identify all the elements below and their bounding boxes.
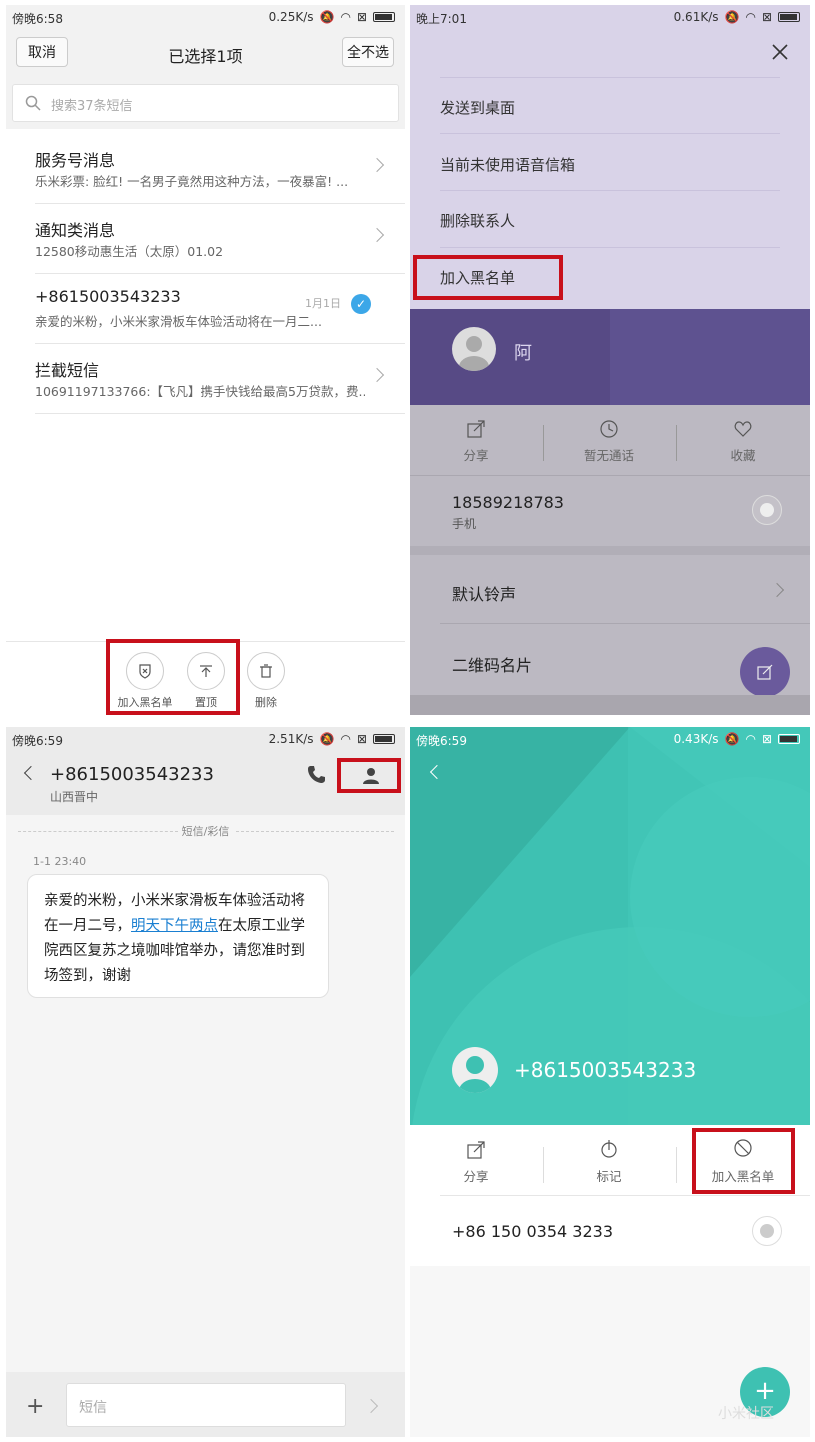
no-calls-label[interactable]: 暂无通话 [569, 445, 649, 464]
chevron-right-icon [769, 582, 785, 598]
check-icon[interactable]: ✓ [351, 294, 371, 314]
status-bar: 傍晚6:59 0.43K/s 🔕 ◠ ⊠ [410, 727, 810, 751]
mark-label[interactable]: 标记 [569, 1166, 649, 1185]
network-speed: 2.51K/s [268, 732, 314, 746]
phone-type: 手机 [452, 517, 477, 531]
contact-number: +8615003543233 [514, 1058, 697, 1082]
list-item[interactable]: 通知类消息 12580移动惠生活（太原）01.02 [35, 203, 375, 273]
conversation-number: +8615003543233 [50, 764, 214, 785]
item-subtitle: 亲爱的米粉，小米米家滑板车体验活动将在一月二... [35, 314, 322, 329]
phone-number[interactable]: +86 150 0354 3233 [452, 1222, 613, 1241]
network-speed: 0.25K/s [268, 10, 314, 24]
panel-message-selection: 傍晚6:58 0.25K/s 🔕 ◠ ⊠ 取消 已选择1项 全不选 搜索37条短信 服… [6, 5, 405, 715]
panel-contact-menu: 晚上7:01 0.61K/s 🔕 ◠ ⊠ 发送到桌面 当前未使用语音信箱 删除联系人 … [410, 5, 810, 715]
menu-item-voicemail[interactable]: 当前未使用语音信箱 [440, 154, 575, 175]
item-title: 通知类消息 [35, 221, 116, 240]
wifi-icon: ◠ [340, 10, 351, 24]
heart-icon [734, 421, 752, 437]
favorite-label[interactable]: 收藏 [703, 445, 783, 464]
delete-button[interactable] [247, 652, 285, 690]
mute-icon: 🔕 [319, 732, 335, 746]
highlight-box [106, 639, 240, 715]
wifi-icon: ◠ [340, 732, 351, 746]
item-title: +8615003543233 [35, 287, 181, 306]
message-icon[interactable] [752, 495, 782, 525]
network-speed: 0.61K/s [673, 10, 719, 24]
contact-name: 阿 [514, 343, 532, 364]
share-label[interactable]: 分享 [436, 1166, 516, 1185]
sim-icon: ⊠ [761, 10, 772, 24]
status-bar: 傍晚6:58 0.25K/s 🔕 ◠ ⊠ [6, 5, 405, 29]
sim-icon: ⊠ [356, 10, 367, 24]
share-icon [467, 420, 485, 438]
input-placeholder: 短信 [79, 1400, 107, 1416]
highlight-box [337, 758, 401, 793]
add-icon[interactable]: + [26, 1394, 44, 1419]
search-input[interactable]: 搜索37条短信 [12, 84, 399, 122]
edit-icon [757, 664, 773, 680]
item-subtitle: 乐米彩票: 脸红! 一名男子竟然用这种方法，一夜暴富! ... [35, 174, 349, 189]
wifi-icon: ◠ [745, 10, 756, 24]
qr-card-label[interactable]: 二维码名片 [452, 652, 532, 676]
conversation-location: 山西晋中 [50, 790, 99, 804]
message-timestamp: 1-1 23:40 [33, 855, 87, 868]
battery-icon [373, 12, 395, 22]
avatar [452, 327, 496, 371]
highlight-box [692, 1128, 795, 1194]
item-title: 拦截短信 [35, 361, 100, 380]
item-subtitle: 12580移动惠生活（太原）01.02 [35, 244, 224, 259]
list-item[interactable]: 服务号消息 乐米彩票: 脸红! 一名男子竟然用这种方法，一夜暴富! ... [35, 133, 375, 203]
network-speed: 0.43K/s [673, 732, 719, 746]
deselect-all-button[interactable]: 全不选 [342, 37, 394, 67]
clock-icon [600, 420, 618, 438]
panel-contact-detail: 傍晚6:59 0.43K/s 🔕 ◠ ⊠ +8615003543233 分享 标记 加… [410, 727, 810, 1437]
item-title: 服务号消息 [35, 151, 116, 170]
wifi-icon: ◠ [745, 732, 756, 746]
ringtone-label[interactable]: 默认铃声 [452, 581, 516, 605]
status-time: 傍晚6:58 [12, 12, 63, 26]
status-bar: 晚上7:01 0.61K/s 🔕 ◠ ⊠ [410, 5, 810, 29]
highlight-box [413, 255, 563, 300]
message-icon[interactable] [752, 1216, 782, 1246]
battery-icon [778, 12, 800, 22]
panel-conversation: 傍晚6:59 2.51K/s 🔕 ◠ ⊠ +8615003543233 山西晋中 短信… [6, 727, 405, 1437]
close-icon[interactable] [772, 44, 788, 60]
share-icon [467, 1141, 485, 1159]
watermark: 小米社区 [718, 1406, 774, 1422]
search-icon [25, 95, 41, 111]
message-bubble[interactable]: 亲爱的米粉，小米米家滑板车体验活动将在一月二号，明天下午两点在太原工业学院西区复… [27, 874, 329, 998]
battery-icon [373, 734, 395, 744]
edit-fab[interactable] [740, 647, 790, 697]
item-date: 1月1日 [305, 297, 341, 310]
sms-input[interactable]: 短信 [66, 1383, 346, 1427]
flag-icon [601, 1140, 617, 1158]
menu-item-delete-contact[interactable]: 删除联系人 [440, 210, 515, 231]
list-item[interactable]: 拦截短信 10691197133766:【飞凡】携手快钱给最高5万贷款，费... [35, 343, 375, 413]
phone-icon[interactable] [307, 765, 325, 783]
sim-icon: ⊠ [356, 732, 367, 746]
share-label[interactable]: 分享 [436, 445, 516, 464]
phone-number[interactable]: 18589218783 [452, 493, 564, 512]
status-bar: 傍晚6:59 2.51K/s 🔕 ◠ ⊠ [6, 727, 405, 751]
search-placeholder: 搜索37条短信 [51, 99, 133, 114]
trash-icon [260, 664, 272, 678]
item-subtitle: 10691197133766:【飞凡】携手快钱给最高5万贷款，费... [35, 384, 365, 399]
avatar [452, 1047, 498, 1093]
time-link[interactable]: 明天下午两点 [131, 918, 218, 934]
list-item-selected[interactable]: +8615003543233 1月1日 亲爱的米粉，小米米家滑板车体验活动将在一… [35, 273, 375, 343]
sim-icon: ⊠ [761, 732, 772, 746]
status-time: 晚上7:01 [416, 12, 467, 26]
battery-icon [778, 734, 800, 744]
status-time: 傍晚6:59 [416, 734, 467, 748]
mute-icon: 🔕 [724, 10, 740, 24]
menu-item-send-desktop[interactable]: 发送到桌面 [440, 97, 515, 118]
mute-icon: 🔕 [319, 10, 335, 24]
mute-icon: 🔕 [724, 732, 740, 746]
status-time: 傍晚6:59 [12, 734, 63, 748]
